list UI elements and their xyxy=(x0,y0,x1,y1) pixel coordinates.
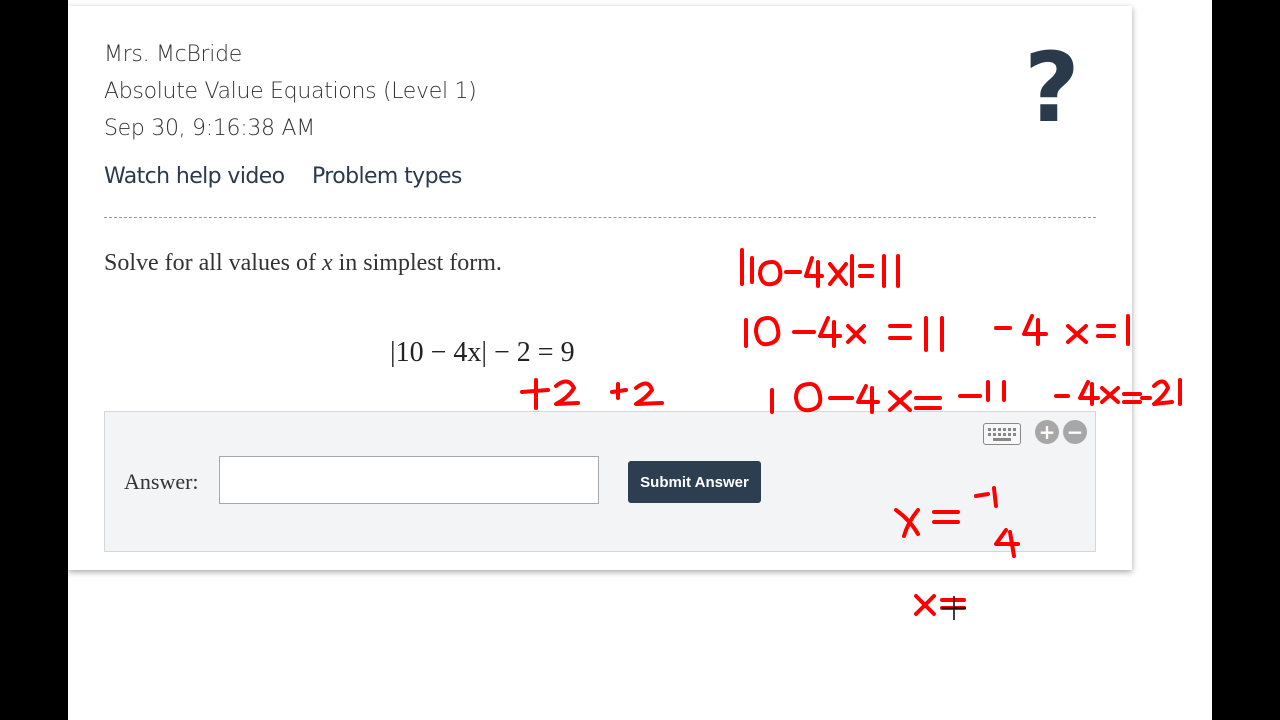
ink-line-5 xyxy=(1054,378,1182,406)
handwritten-annotations xyxy=(520,248,1182,620)
ink-line-1 xyxy=(740,248,900,288)
ink-line-6 xyxy=(894,486,1020,558)
ink-line-7 xyxy=(914,594,966,616)
ink-line-3 xyxy=(994,314,1130,346)
ink-plus-two xyxy=(520,378,664,410)
ink-line-4 xyxy=(770,380,1006,414)
ink-line-2 xyxy=(744,316,944,352)
